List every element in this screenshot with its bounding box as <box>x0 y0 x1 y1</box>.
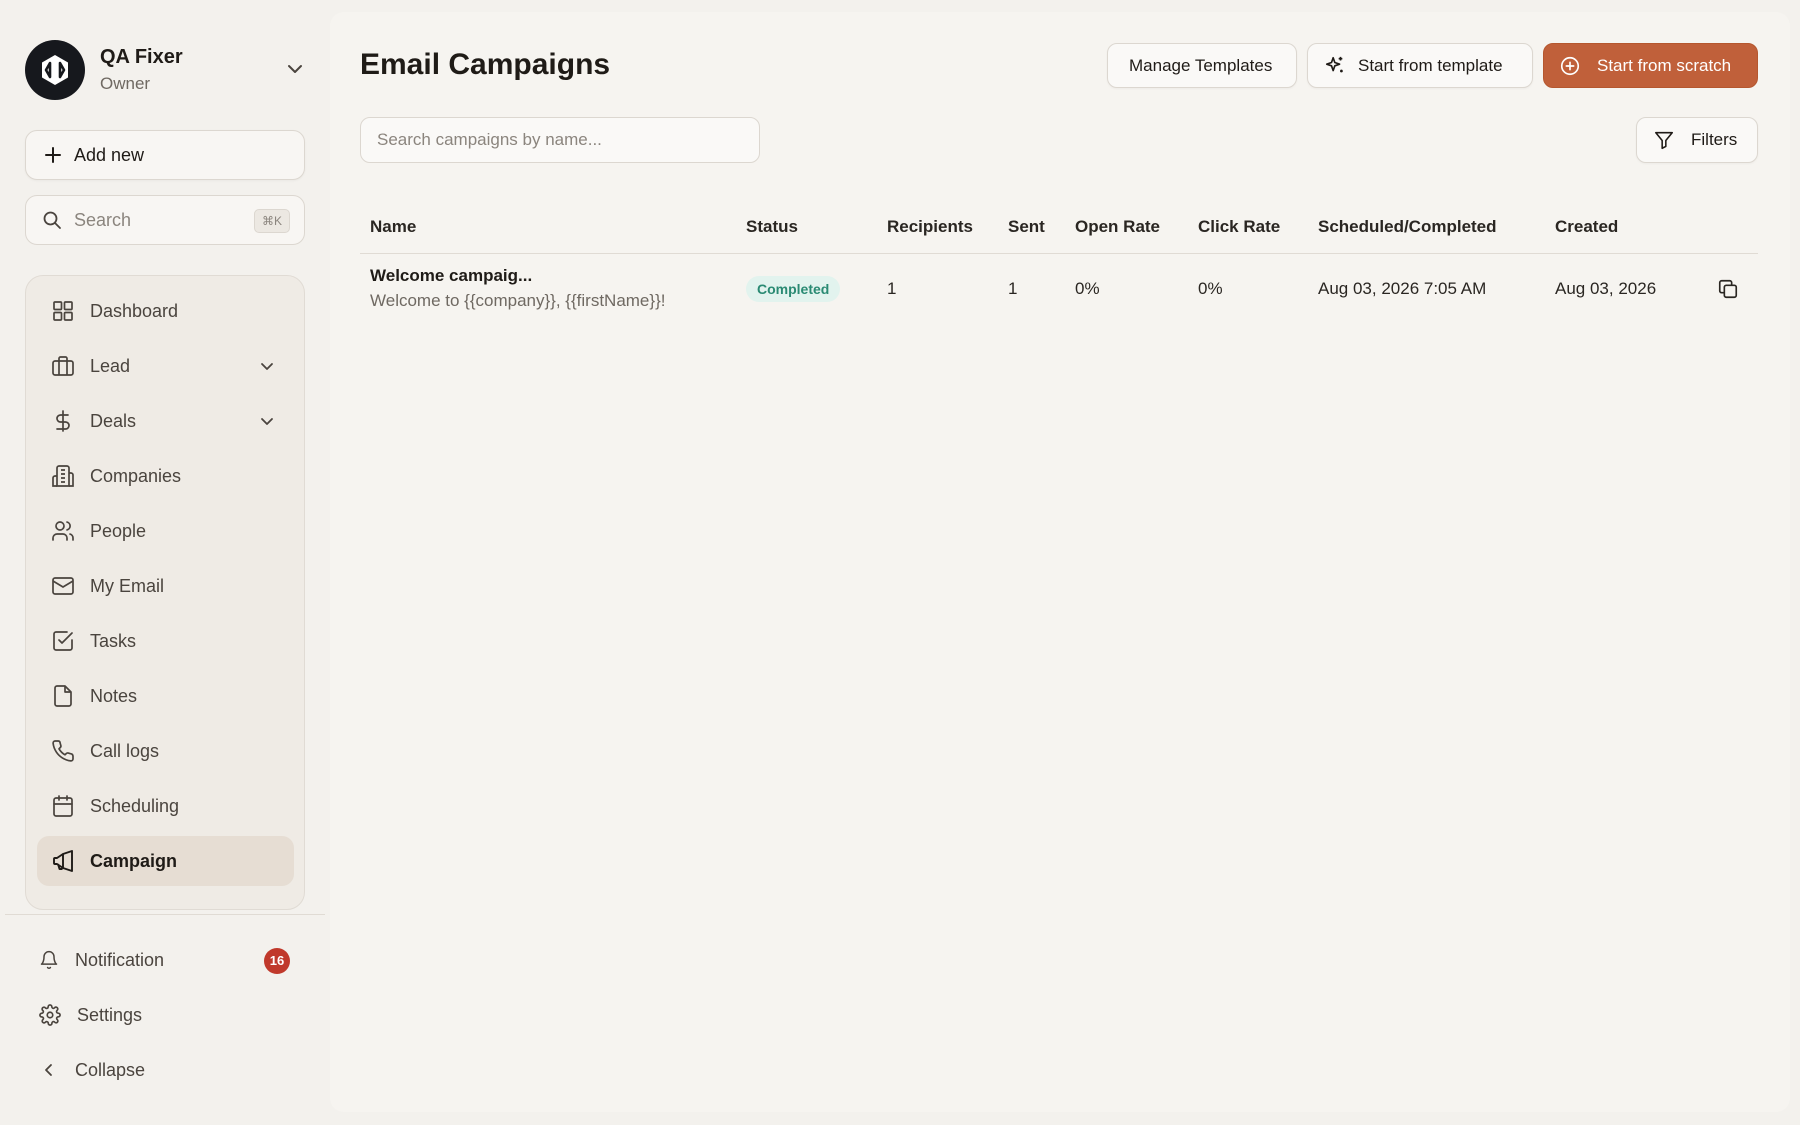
building-icon <box>51 464 75 488</box>
settings-button[interactable]: Settings <box>25 991 305 1039</box>
search-icon <box>42 210 62 230</box>
notification-count-badge: 16 <box>264 948 290 974</box>
megaphone-icon <box>51 849 75 873</box>
click-rate-cell: 0% <box>1198 279 1223 298</box>
filter-icon <box>1653 129 1675 151</box>
search-label: Search <box>74 209 132 230</box>
column-header-open-rate[interactable]: Open Rate <box>1075 217 1160 237</box>
manage-templates-label: Manage Templates <box>1129 55 1273 75</box>
start-from-template-button[interactable]: Start from template <box>1307 43 1533 88</box>
sidebar-item-deals[interactable]: Deals <box>37 396 294 446</box>
settings-label: Settings <box>77 1004 143 1025</box>
dashboard-icon <box>51 299 75 323</box>
scheduled-completed-cell: Aug 03, 2026 7:05 AM <box>1318 279 1487 298</box>
sidebar-item-notes[interactable]: Notes <box>37 671 294 721</box>
notification-button[interactable]: Notification 16 <box>25 936 305 984</box>
sparkles-icon <box>1324 55 1346 77</box>
created-cell: Aug 03, 2026 <box>1555 279 1657 298</box>
gear-icon <box>39 1004 61 1026</box>
open-rate-cell: 0% <box>1075 279 1100 298</box>
start-from-scratch-label: Start from scratch <box>1597 55 1732 75</box>
campaign-search-input[interactable] <box>360 117 760 163</box>
sidebar: QA Fixer Owner Add new Search ⌘K Dashboa… <box>0 0 330 1125</box>
sidebar-item-label: Dashboard <box>90 300 179 321</box>
start-from-scratch-button[interactable]: Start from scratch <box>1543 43 1758 88</box>
add-new-label: Add new <box>74 144 145 165</box>
sidebar-divider <box>5 914 325 915</box>
sidebar-item-tasks[interactable]: Tasks <box>37 616 294 666</box>
notification-label: Notification <box>75 949 165 970</box>
filters-button[interactable]: Filters <box>1636 117 1758 163</box>
column-header-scheduled-completed[interactable]: Scheduled/Completed <box>1318 217 1497 237</box>
column-header-status[interactable]: Status <box>746 217 798 237</box>
sidebar-item-label: Campaign <box>90 850 178 871</box>
start-from-template-label: Start from template <box>1358 55 1503 75</box>
mail-icon <box>51 574 75 598</box>
status-badge: Completed <box>746 276 841 302</box>
chevron-left-icon <box>39 1060 59 1080</box>
copy-icon <box>1717 278 1739 300</box>
sidebar-item-companies[interactable]: Companies <box>37 451 294 501</box>
manage-templates-button[interactable]: Manage Templates <box>1107 43 1297 88</box>
chevron-down-icon <box>285 59 305 79</box>
sidebar-item-label: Notes <box>90 685 138 706</box>
column-header-name[interactable]: Name <box>370 217 416 237</box>
collapse-label: Collapse <box>75 1059 146 1080</box>
chevron-down-icon <box>258 412 276 430</box>
campaign-name[interactable]: Welcome campaig... <box>370 266 532 286</box>
sidebar-item-label: Scheduling <box>90 795 180 816</box>
workspace-name: QA Fixer <box>100 46 183 68</box>
sidebar-item-my-email[interactable]: My Email <box>37 561 294 611</box>
table-header: Name Status Recipients Sent Open Rate Cl… <box>360 204 1758 254</box>
sidebar-search[interactable]: Search ⌘K <box>25 195 305 245</box>
nav-panel: Dashboard Lead Deals Companies People My… <box>25 275 305 910</box>
workspace-switcher[interactable]: QA Fixer Owner <box>25 40 305 100</box>
sidebar-item-lead[interactable]: Lead <box>37 341 294 391</box>
sidebar-item-label: Call logs <box>90 740 160 761</box>
table-row[interactable]: Welcome campaig... Welcome to {{company}… <box>360 255 1758 323</box>
column-header-sent[interactable]: Sent <box>1008 217 1045 237</box>
sent-cell: 1 <box>1008 279 1018 298</box>
collapse-button[interactable]: Collapse <box>25 1046 305 1094</box>
add-new-button[interactable]: Add new <box>25 130 305 180</box>
column-header-click-rate[interactable]: Click Rate <box>1198 217 1280 237</box>
workspace-logo <box>25 40 85 100</box>
sidebar-item-label: Deals <box>90 410 137 431</box>
sidebar-item-label: Tasks <box>90 630 137 651</box>
sidebar-item-call-logs[interactable]: Call logs <box>37 726 294 776</box>
workspace-role: Owner <box>100 74 151 93</box>
chevron-down-icon <box>258 357 276 375</box>
duplicate-campaign-button[interactable] <box>1714 275 1742 303</box>
column-header-recipients[interactable]: Recipients <box>887 217 973 237</box>
checkbox-icon <box>51 629 75 653</box>
column-header-created[interactable]: Created <box>1555 217 1618 237</box>
calendar-icon <box>51 794 75 818</box>
sidebar-item-label: Companies <box>90 465 182 486</box>
recipients-cell: 1 <box>887 279 897 298</box>
sidebar-item-label: My Email <box>90 575 165 596</box>
sidebar-item-campaign[interactable]: Campaign <box>37 836 294 886</box>
main-content: Email Campaigns Manage Templates Start f… <box>330 12 1790 1112</box>
sidebar-item-scheduling[interactable]: Scheduling <box>37 781 294 831</box>
people-icon <box>51 519 75 543</box>
keyboard-shortcut: ⌘K <box>253 209 290 233</box>
sidebar-item-label: People <box>90 520 147 541</box>
sidebar-item-dashboard[interactable]: Dashboard <box>37 286 294 336</box>
plus-icon <box>44 146 62 164</box>
page-title: Email Campaigns <box>360 48 611 81</box>
plus-circle-icon <box>1559 55 1581 77</box>
dollar-icon <box>51 409 75 433</box>
sidebar-item-people[interactable]: People <box>37 506 294 556</box>
phone-icon <box>51 739 75 763</box>
note-icon <box>51 684 75 708</box>
bell-icon <box>39 950 59 970</box>
campaign-subject: Welcome to {{company}}, {{firstName}}! <box>370 291 666 310</box>
filters-label: Filters <box>1691 130 1738 149</box>
sidebar-item-label: Lead <box>90 355 131 376</box>
briefcase-icon <box>51 354 75 378</box>
